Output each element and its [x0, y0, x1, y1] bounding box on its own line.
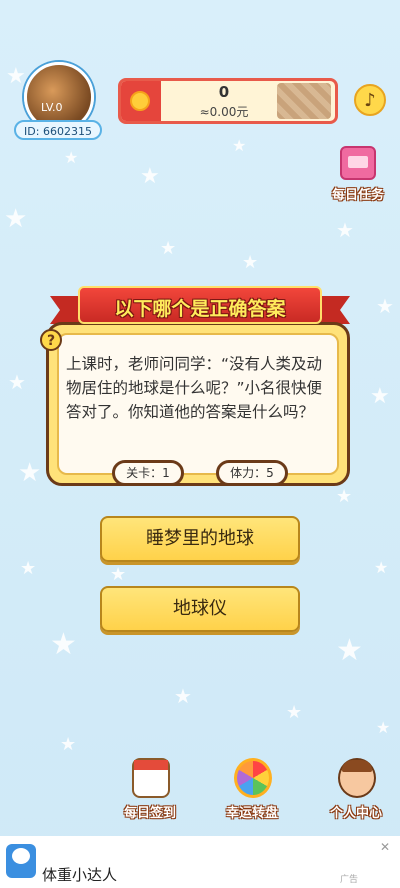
daily-task-button[interactable]: 每日任务 [328, 146, 388, 206]
star-icon: ★ [8, 370, 26, 394]
level-badge: 关卡：1 [112, 460, 184, 486]
star-icon: ★ [286, 702, 303, 723]
profile-header[interactable]: LV.0 ID: 6602315 [14, 62, 102, 142]
level-label: LV.0 [41, 101, 63, 114]
daily-signin-label: 每日签到 [123, 806, 176, 821]
star-icon: ★ [18, 458, 42, 488]
star-icon: ★ [376, 718, 391, 737]
daily-signin-button[interactable]: 每日签到 [114, 758, 186, 828]
star-icon: ★ [20, 558, 37, 579]
close-icon[interactable]: ✕ [380, 840, 390, 854]
calendar-icon [132, 758, 170, 798]
star-icon: ★ [160, 238, 177, 259]
star-icon: ★ [370, 384, 390, 409]
star-icon: ★ [110, 564, 127, 585]
star-icon: ★ [174, 684, 192, 708]
lucky-wheel-button[interactable]: 幸运转盘 [216, 758, 288, 828]
coin-icon [130, 91, 150, 111]
star-icon: ★ [50, 627, 77, 662]
star-icon: ★ [60, 734, 77, 755]
user-id-label: ID: 6602315 [14, 120, 102, 140]
star-icon: ★ [336, 633, 363, 668]
answer-option-2[interactable]: 地球仪 [100, 586, 300, 632]
star-icon: ★ [242, 252, 259, 273]
answer-option-1[interactable]: 睡梦里的地球 [100, 516, 300, 562]
quiz-title: 以下哪个是正确答案 [114, 298, 286, 320]
withdraw-button[interactable] [277, 83, 331, 119]
coin-balance: 0 [218, 83, 230, 101]
star-icon: ★ [140, 164, 160, 189]
coin-icon-box [121, 81, 161, 121]
star-icon: ★ [374, 558, 389, 577]
star-icon: ★ [376, 294, 394, 318]
star-icon: ★ [336, 486, 353, 507]
profile-center-button[interactable]: 个人中心 [320, 758, 392, 828]
ad-title: 体重小达人 [42, 866, 118, 884]
rmb-balance: ≈0.00元 [199, 105, 249, 119]
wallet-card[interactable]: 0 ≈0.00元 [118, 78, 338, 124]
lucky-wheel-label: 幸运转盘 [225, 806, 278, 821]
money-stack-icon [340, 146, 376, 180]
wheel-icon [234, 758, 272, 798]
ad-app-logo [6, 844, 36, 878]
question-text: 上课时，老师问同学：“没有人类及动物居住的地球是什么呢？”小名很快便答对了。你知… [66, 355, 323, 421]
boy-avatar-icon [338, 758, 376, 798]
stamina-badge: 体力：5 [216, 460, 288, 486]
daily-task-label: 每日任务 [331, 188, 384, 203]
profile-center-label: 个人中心 [329, 806, 382, 821]
ad-mark: 广告 [340, 875, 359, 885]
star-icon: ★ [64, 148, 79, 167]
star-icon: ★ [336, 218, 354, 242]
title-ribbon: 以下哪个是正确答案 [78, 286, 322, 324]
star-icon: ★ [232, 136, 247, 155]
question-mark-icon: ? [40, 329, 62, 351]
music-button[interactable]: ♪ [354, 84, 386, 116]
star-icon: ★ [4, 204, 28, 234]
